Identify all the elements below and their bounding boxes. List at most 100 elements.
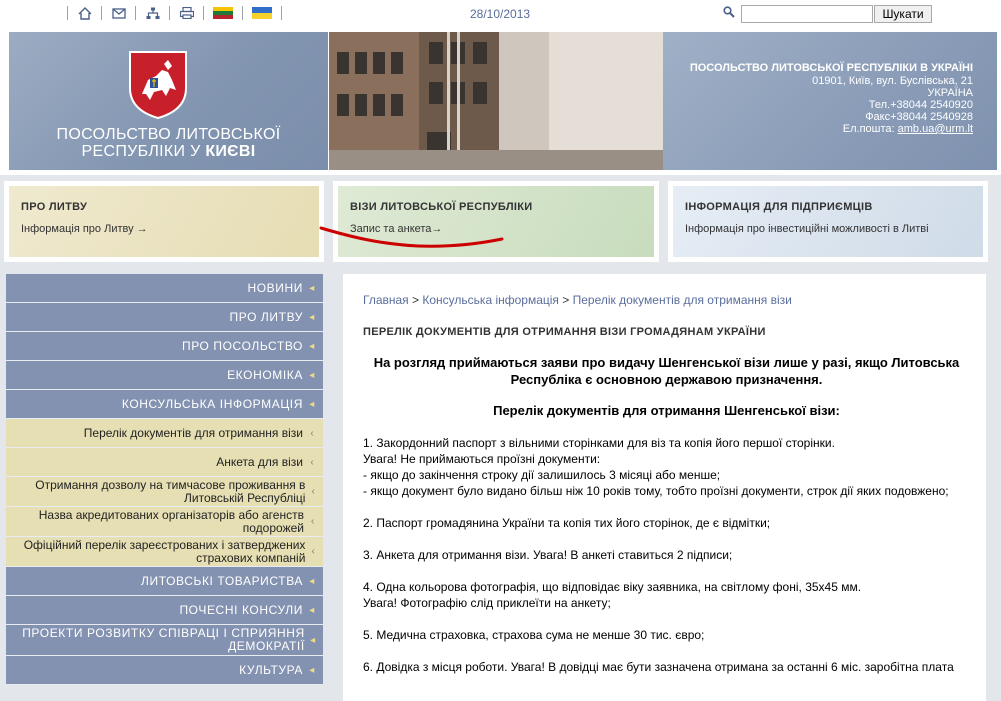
category-title: ІНФОРМАЦІЯ ДЛЯ ПІДПРИЄМЦІВ [685,201,873,213]
sidebar-item-culture[interactable]: КУЛЬТУРА ◂ [6,656,323,685]
header-contact-panel: ПОСОЛЬСТВО ЛИТОВСЬКОЇ РЕСПУБЛІКИ В УКРАЇ… [663,32,997,170]
contact-block: ПОСОЛЬСТВО ЛИТОВСЬКОЇ РЕСПУБЛІКИ В УКРАЇ… [663,62,973,135]
contact-email-label: Ел.пошта: [842,123,895,135]
list-item: 5. Медична страховка, страхова сума не м… [363,628,705,642]
list-item: - якщо документ було видано більш ніж 10… [363,484,949,498]
coat-of-arms-icon[interactable] [128,50,188,120]
search-button[interactable]: Шукати [874,5,932,23]
arrow-left-icon: ◂ [309,311,315,323]
sidebar-item-label: Отримання дозволу на тимчасове проживанн… [35,477,306,505]
sidebar-subitem-visa-form[interactable]: Анкета для візи ‹ [6,448,323,477]
header-logo-panel: ПОСОЛЬСТВО ЛИТОВСЬКОЇ РЕСПУБЛІКИ У КИЄВІ [9,32,328,170]
contact-email-link[interactable]: amb.ua@urm.lt [898,123,973,135]
contact-phone: Тел.+38044 2540920 [868,99,973,111]
page-title: ПЕРЕЛІК ДОКУМЕНТІВ ДЛЯ ОТРИМАННЯ ВІЗИ ГР… [363,326,766,338]
embassy-title: ПОСОЛЬСТВО ЛИТОВСЬКОЇ РЕСПУБЛІКИ У КИЄВІ [9,126,328,160]
contact-fax: Факс+38044 2540928 [865,111,973,123]
category-link[interactable]: Інформація про інвестиційні можливості в… [685,223,929,235]
list-item: 4. Одна кольорова фотографія, що відпові… [363,580,862,594]
sidebar-item-cooperation-projects[interactable]: ПРОЕКТИ РОЗВИТКУ СПІВРАЦІ І СПРИЯННЯ ДЕМ… [6,625,323,656]
sidebar-item-honorary-consuls[interactable]: ПОЧЕСНІ КОНСУЛИ ◂ [6,596,323,625]
arrow-left-icon: ‹ [310,427,314,439]
category-panel: ІНФОРМАЦІЯ ДЛЯ ПІДПРИЄМЦІВ Інформація пр… [673,186,983,257]
separator [242,6,243,20]
header: ПОСОЛЬСТВО ЛИТОВСЬКОЇ РЕСПУБЛІКИ У КИЄВІ [0,27,1001,175]
print-icon[interactable] [179,7,194,20]
list-item: 1. Закордонний паспорт з вільними сторін… [363,436,835,450]
sidebar-subitem-travel-agencies[interactable]: Назва акредитованих організаторів або аг… [6,507,323,537]
contact-address: 01901, Київ, вул. Буслівська, 21 [812,75,973,87]
sidebar-item-economy[interactable]: ЕКОНОМІКА ◂ [6,361,323,390]
main-content: Главная > Консульська інформація > Перел… [343,274,986,701]
separator [203,6,204,20]
breadcrumb-separator: > [562,293,570,307]
list-item: 3. Анкета для отримання візи. Увага! В а… [363,548,733,562]
category-about-lithuania[interactable]: ПРО ЛИТВУ Інформація про Литву → [4,181,324,262]
arrow-left-icon: ◂ [309,282,315,294]
sidebar-item-label: Перелік документів для отримання візи [83,425,303,440]
contact-country: УКРАЇНА [927,87,973,99]
arrow-left-icon: ‹ [311,486,315,497]
sidebar-item-news[interactable]: НОВИНИ ◂ [6,274,323,303]
search-icon [723,6,735,21]
breadcrumb-current[interactable]: Перелік документів для отримання візи [573,293,792,307]
separator [67,6,68,20]
sidebar-item-label: ЕКОНОМІКА [227,367,303,382]
sidebar-item-label: НОВИНИ [247,280,303,295]
current-date: 28/10/2013 [470,7,531,21]
sidebar-item-consular-info[interactable]: КОНСУЛЬСЬКА ІНФОРМАЦІЯ ◂ [6,390,323,419]
sidebar-subitem-visa-documents[interactable]: Перелік документів для отримання візи ‹ [6,419,323,448]
list-item: Увага! Не приймаються проїзні документи: [363,452,601,466]
embassy-building-photo [329,32,663,170]
search-input[interactable] [741,5,873,23]
arrow-left-icon: ‹ [311,546,315,557]
category-business[interactable]: ІНФОРМАЦІЯ ДЛЯ ПІДПРИЄМЦІВ Інформація пр… [668,181,988,262]
breadcrumb-home[interactable]: Главная [363,293,409,307]
contact-email-row: Ел.пошта: amb.ua@urm.lt [663,123,973,135]
arrow-left-icon: ◂ [309,398,315,410]
separator [281,6,282,20]
arrow-left-icon: ◂ [309,575,315,587]
sidebar-item-label: КУЛЬТУРА [239,662,303,677]
arrow-left-icon: ◂ [309,664,315,676]
sidebar-menu: НОВИНИ ◂ ПРО ЛИТВУ ◂ ПРО ПОСОЛЬСТВО ◂ ЕКОНО… [6,274,323,685]
home-icon[interactable] [77,6,92,20]
sidebar-item-label: КОНСУЛЬСЬКА ІНФОРМАЦІЯ [121,396,303,411]
category-title: ПРО ЛИТВУ [21,201,88,213]
separator [135,6,136,20]
sitemap-icon[interactable] [145,7,160,20]
arrow-left-icon: ‹ [310,516,315,527]
intro-text: На розгляд приймаються заяви про видачу … [373,355,960,387]
document-list: 1. Закордонний паспорт з вільними сторін… [363,435,970,691]
separator [169,6,170,20]
embassy-title-line2: РЕСПУБЛІКИ У [81,143,201,160]
sidebar-item-label: Офіційний перелік зареєстрованих і затве… [23,537,306,565]
sidebar-item-label: ПРО ЛИТВУ [229,309,303,324]
category-link[interactable]: Інформація про Литву → [21,223,148,235]
separator [101,6,102,20]
sidebar-item-label: ЛИТОВСЬКІ ТОВАРИСТВА [141,573,303,588]
sidebar-item-label: Анкета для візи [216,454,303,469]
breadcrumb: Главная > Консульська інформація > Перел… [363,293,792,307]
embassy-title-city: КИЄВІ [205,143,256,160]
arrow-left-icon: ◂ [309,604,315,616]
flag-ukraine-icon[interactable] [252,7,272,19]
breadcrumb-consular[interactable]: Консульська інформація [422,293,559,307]
flag-lithuania-icon[interactable] [213,7,233,19]
list-item: 6. Довідка з місця роботи. Увага! В дові… [363,660,954,674]
mail-icon[interactable] [111,7,126,20]
sidebar-item-lithuanian-societies[interactable]: ЛИТОВСЬКІ ТОВАРИСТВА ◂ [6,567,323,596]
list-item: Увага! Фотографію слід приклеїти на анке… [363,596,611,610]
top-icons [58,5,291,21]
sidebar-subitem-residence-permit[interactable]: Отримання дозволу на тимчасове проживанн… [6,477,323,507]
list-title: Перелік документів для отримання Шенгенс… [493,403,840,418]
sidebar-item-label: ПРОЕКТИ РОЗВИТКУ СПІВРАЦІ І СПРИЯННЯ ДЕМ… [22,626,305,653]
sidebar-item-about-embassy[interactable]: ПРО ПОСОЛЬСТВО ◂ [6,332,323,361]
arrow-left-icon: ◂ [309,340,315,352]
sidebar-item-about-lithuania[interactable]: ПРО ЛИТВУ ◂ [6,303,323,332]
breadcrumb-separator: > [412,293,420,307]
sidebar-item-label: ПРО ПОСОЛЬСТВО [181,338,303,353]
arrow-left-icon: ‹ [310,456,314,468]
sidebar-subitem-insurance-companies[interactable]: Офіційний перелік зареєстрованих і затве… [6,537,323,567]
top-bar: 28/10/2013 Шукати [0,0,1001,27]
